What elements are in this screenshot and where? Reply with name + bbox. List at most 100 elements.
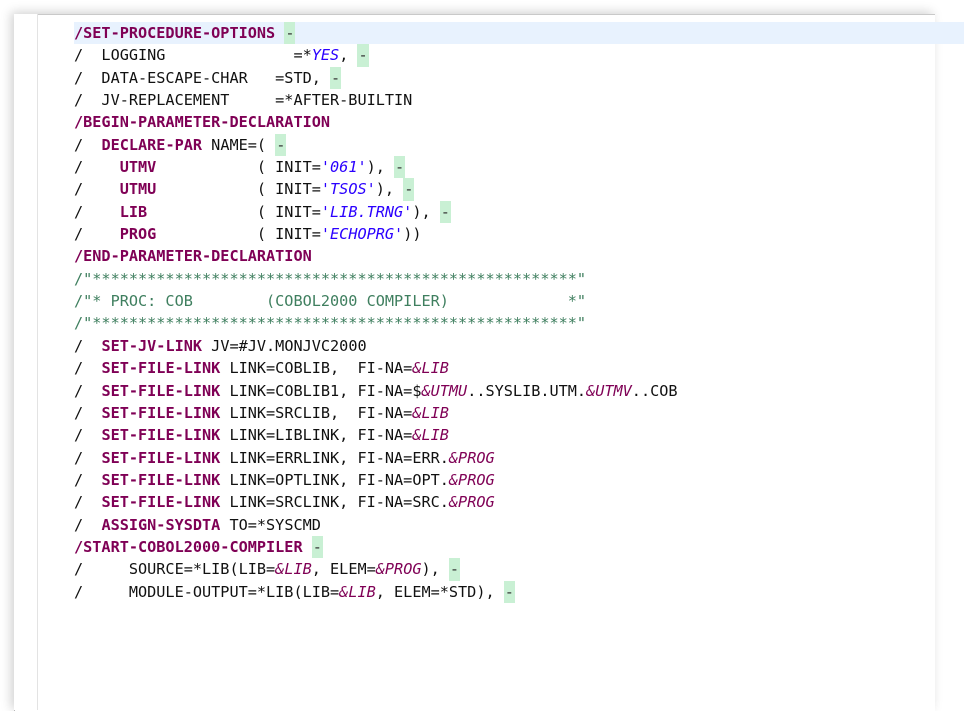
code-token: / [74,448,102,467]
code-line[interactable]: / SET-FILE-LINK LINK=LIBLINK, FI-NA=&LIB [74,424,964,446]
code-token: ( INIT= [147,202,321,221]
code-token: NAME=( [202,135,276,154]
code-token: 'ECHOPRG' [320,225,404,244]
code-token: &LIB [412,359,449,378]
code-line[interactable]: / MODULE-OUTPUT=*LIB(LIB=&LIB, ELEM=*STD… [74,580,964,603]
code-line[interactable]: /"* PROC: COB (COBOL2000 COMPILER) *" [74,290,964,312]
code-token: / MODULE-OUTPUT=*LIB(LIB= [74,582,340,601]
code-token: /BEGIN-PARAMETER-DECLARATION [74,113,331,132]
code-token: / [74,381,102,400]
code-token: ), [421,560,449,579]
code-token: UTMV [119,158,157,177]
code-token: ASSIGN-SYSDTA [101,515,221,534]
code-token: LINK=LIBLINK, FI-NA= [220,426,413,445]
code-line[interactable]: / ASSIGN-SYSDTA TO=*SYSCMD [74,514,964,536]
code-token: SET-FILE-LINK [101,426,221,445]
code-token: / LOGGING =* [74,46,312,65]
code-line[interactable]: / SET-FILE-LINK LINK=COBLIB1, FI-NA=$&UT… [74,380,964,402]
code-line[interactable]: / PROG ( INIT='ECHOPRG')) [74,223,964,245]
code-token: ( INIT= [156,180,321,199]
code-token: SET-FILE-LINK [101,403,221,422]
code-line[interactable]: / SET-FILE-LINK LINK=SRCLINK, FI-NA=SRC.… [74,491,964,513]
code-token: ( INIT= [156,225,321,244]
code-token: &LIB [339,582,376,601]
code-token: LINK=COBLIB1, FI-NA=$ [220,381,422,400]
code-token: /"**************************************… [74,269,587,288]
code-line[interactable]: / DATA-ESCAPE-CHAR =STD, - [74,66,964,90]
code-token: DECLARE-PAR [101,135,203,154]
continuation-marker: - [448,558,461,581]
continuation-marker: - [357,44,369,67]
code-token: / [74,158,120,177]
code-line[interactable]: /SET-PROCEDURE-OPTIONS - [74,22,964,45]
code-token: / [74,202,120,221]
code-token: PROG [119,225,157,244]
code-line[interactable]: / SET-FILE-LINK LINK=SRCLIB, FI-NA=&LIB [74,402,964,424]
code-line[interactable]: /END-PARAMETER-DECLARATION [74,245,964,267]
code-line[interactable]: / UTMV ( INIT='061'), - [74,156,964,179]
continuation-marker: - [311,535,323,559]
code-token: /START-COBOL2000-COMPILER [74,537,303,556]
code-token: /"* PROC: COB (COBOL2000 COMPILER) *" [74,292,587,311]
code-editor[interactable]: /SET-PROCEDURE-OPTIONS - / LOGGING =*YES,… [74,22,964,603]
code-token: / [74,225,120,244]
code-token: / DATA-ESCAPE-CHAR =STD, [74,68,331,87]
code-token: /"**************************************… [74,314,587,333]
code-token: LINK=COBLIB, FI-NA= [220,359,413,378]
continuation-marker: - [284,22,296,45]
code-token: 'LIB.TRNG' [320,202,413,221]
code-token: ), [412,202,440,221]
code-token: / [74,403,102,422]
code-token: / [74,515,102,534]
code-token: ..COB [631,381,678,400]
code-line[interactable]: / DECLARE-PAR NAME=( - [74,133,964,157]
code-token: SET-JV-LINK [101,336,203,355]
code-line[interactable]: / JV-REPLACEMENT =*AFTER-BUILTIN [74,89,964,111]
code-line[interactable]: /"**************************************… [74,268,964,290]
code-token: / JV-REPLACEMENT =*AFTER-BUILTIN [74,91,413,110]
code-line[interactable]: /"**************************************… [74,312,964,334]
code-token: SET-FILE-LINK [101,381,221,400]
continuation-marker: - [394,156,406,179]
code-token: YES [311,46,340,65]
code-token: &LIB [275,560,312,579]
code-token: ..SYSLIB.UTM. [467,381,587,400]
code-line[interactable]: / SET-FILE-LINK LINK=ERRLINK, FI-NA=ERR.… [74,447,964,469]
code-token: ), [366,158,395,177]
code-line[interactable]: / LOGGING =*YES, - [74,44,964,67]
code-token: TO=*SYSCMD [220,515,321,534]
code-token: )) [403,225,422,244]
continuation-marker: - [439,200,451,224]
code-token: &UTMV [586,381,632,400]
code-token: LINK=ERRLINK, FI-NA=ERR. [220,448,449,467]
code-line[interactable]: / LIB ( INIT='LIB.TRNG'), - [74,200,964,224]
code-token: &LIB [412,426,449,445]
code-line[interactable]: / SET-FILE-LINK LINK=COBLIB, FI-NA=&LIB [74,357,964,379]
code-token: LINK=SRCLINK, FI-NA=SRC. [220,493,449,512]
code-token: '061' [320,158,367,177]
code-line[interactable]: /BEGIN-PARAMETER-DECLARATION [74,111,964,133]
code-token: &UTMU [421,381,468,400]
code-token: , ELEM=*STD), [375,582,504,601]
continuation-marker: - [275,133,287,157]
code-token: ), [375,180,404,199]
editor-gutter [14,14,38,710]
code-token: / [74,470,102,489]
code-line[interactable]: / SET-FILE-LINK LINK=OPTLINK, FI-NA=OPT.… [74,469,964,491]
code-token: , ELEM= [311,560,376,579]
code-token: LINK=OPTLINK, FI-NA=OPT. [220,470,449,489]
code-token: SET-FILE-LINK [101,470,221,489]
code-token: LINK=SRCLIB, FI-NA= [220,403,413,422]
code-token: , [339,46,358,65]
code-token: / [74,336,102,355]
code-token: &PROG [448,470,495,489]
code-token: /END-PARAMETER-DECLARATION [74,247,312,266]
code-line[interactable]: / SOURCE=*LIB(LIB=&LIB, ELEM=&PROG), - [74,558,964,581]
code-line[interactable]: /START-COBOL2000-COMPILER - [74,535,964,559]
code-line[interactable]: / UTMU ( INIT='TSOS'), - [74,178,964,201]
continuation-marker: - [330,66,342,90]
code-token: / [74,135,102,154]
code-line[interactable]: / SET-JV-LINK JV=#JV.MONJVC2000 [74,335,964,357]
